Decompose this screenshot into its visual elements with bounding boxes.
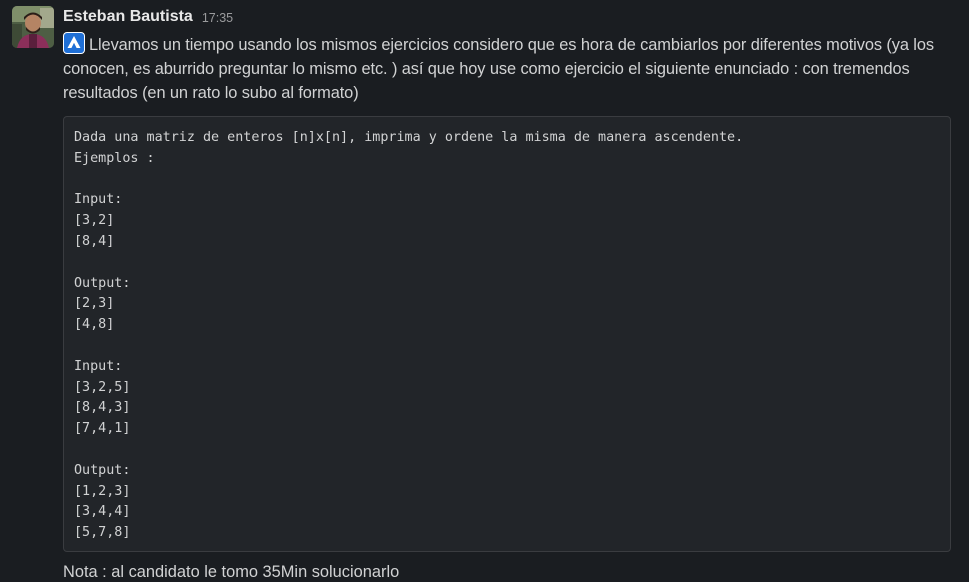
code-line: [1,2,3] bbox=[74, 483, 131, 499]
code-line: [3,2] bbox=[74, 213, 115, 229]
chat-message: Esteban Bautista 17:35 Llevamos un tiemp… bbox=[0, 0, 969, 582]
code-line: Dada una matriz de enteros [n]x[n], impr… bbox=[74, 130, 744, 145]
message-timestamp[interactable]: 17:35 bbox=[202, 11, 233, 25]
code-line: Input: bbox=[74, 192, 123, 208]
message-header: Esteban Bautista 17:35 bbox=[63, 0, 959, 32]
author-name[interactable]: Esteban Bautista bbox=[63, 8, 193, 26]
code-line: [8,4] bbox=[74, 233, 115, 249]
code-block: Dada una matriz de enteros [n]x[n], impr… bbox=[63, 116, 951, 552]
avatar[interactable] bbox=[12, 6, 54, 48]
code-line: Ejemplos : bbox=[74, 150, 155, 166]
code-line: Input: bbox=[74, 358, 123, 374]
code-line: [2,3] bbox=[74, 296, 115, 312]
message-body-text: Llevamos un tiempo usando los mismos eje… bbox=[63, 36, 934, 102]
code-line: [4,8] bbox=[74, 317, 115, 333]
code-line: [8,4,3] bbox=[74, 400, 131, 416]
code-line: [3,4,4] bbox=[74, 504, 131, 520]
code-line: [3,2,5] bbox=[74, 379, 131, 395]
message-text: Llevamos un tiempo usando los mismos eje… bbox=[63, 32, 959, 105]
code-line: Output: bbox=[74, 275, 131, 291]
blue-logo-emoji-icon bbox=[63, 32, 85, 54]
code-line: [5,7,8] bbox=[74, 525, 131, 541]
code-line: Output: bbox=[74, 462, 131, 478]
user-avatar-photo bbox=[12, 6, 54, 48]
code-line: [7,4,1] bbox=[74, 421, 131, 437]
message-content: Esteban Bautista 17:35 Llevamos un tiemp… bbox=[63, 0, 959, 582]
message-footnote: Nota : al candidato le tomo 35Min soluci… bbox=[63, 563, 400, 581]
